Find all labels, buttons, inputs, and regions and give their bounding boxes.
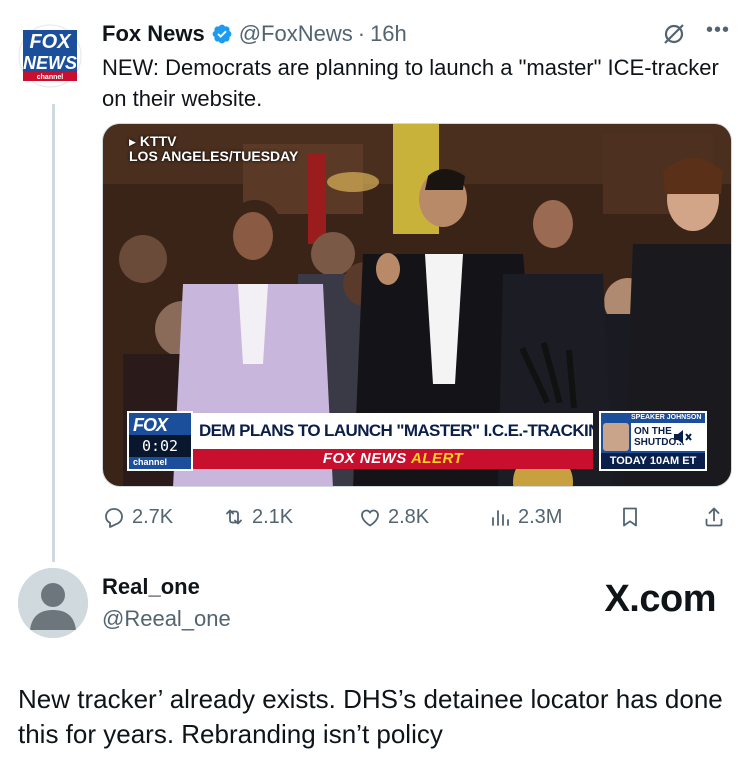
share-button[interactable] [702, 500, 726, 534]
thread-line [52, 104, 55, 562]
share-icon [705, 507, 723, 527]
like-count: 2.8K [388, 505, 430, 528]
video-timer: 0:02 [129, 435, 191, 457]
fox-logo-sub: channel [37, 74, 64, 81]
verified-badge-icon [212, 24, 232, 44]
reply-avatar[interactable] [18, 568, 88, 638]
default-avatar-icon [18, 568, 88, 638]
reply-text: New tracker’ already exists. DHS’s detai… [18, 684, 723, 749]
promo-when: TODAY 10AM ET [601, 453, 705, 469]
grok-icon[interactable] [662, 22, 686, 46]
repost-count: 2.1K [252, 505, 294, 528]
tweet-display-name[interactable]: Fox News [102, 21, 205, 47]
fox-bug-logo: FOX [133, 415, 168, 435]
bookmark-icon [623, 507, 637, 527]
promo-who: SPEAKER JOHNSON [631, 414, 702, 421]
repost-icon [226, 509, 242, 525]
station-location: LOS ANGELES/TUESDAY [129, 148, 299, 164]
promo-portrait [603, 423, 629, 451]
like-icon [361, 509, 379, 527]
tweet-text: NEW: Democrats are planning to launch a … [102, 55, 719, 111]
mute-icon[interactable] [672, 428, 692, 446]
bookmark-button[interactable] [618, 500, 642, 534]
station-name: KTTV [129, 134, 298, 149]
tweet-time[interactable]: 16h [370, 21, 407, 47]
reply-display-name[interactable]: Real_one [102, 574, 200, 600]
views-button[interactable]: 2.3M [488, 500, 562, 534]
reply-count: 2.7K [132, 505, 174, 528]
fox-logo-bottom: NEWS [23, 53, 77, 73]
tweet-separator: · [357, 21, 366, 46]
alert-suffix: ALERT [410, 450, 464, 467]
repost-button[interactable]: 2.1K [222, 500, 293, 534]
fox-news-avatar[interactable]: FOX NEWS channel [18, 20, 82, 92]
chyron-headline: DEM PLANS TO LAUNCH "MASTER" I.C.E.-TRAC… [193, 413, 593, 449]
tweet-handle[interactable]: @FoxNews [239, 21, 353, 47]
promo-show: ON THE SHUTDO... [631, 423, 705, 451]
video-player[interactable]: KTTV LOS ANGELES/TUESDAY FOX 0:02 channe… [102, 123, 732, 487]
reply-icon [105, 508, 123, 528]
fox-bug-channel: channel [133, 457, 168, 467]
tweet-actions: 2.7K 2.1K 2.8K 2.3M [102, 500, 732, 534]
x-brand-watermark: X.com [604, 578, 716, 620]
station-tag: KTTV LOS ANGELES/TUESDAY [129, 134, 298, 163]
views-count: 2.3M [518, 505, 563, 528]
like-button[interactable]: 2.8K [358, 500, 429, 534]
chyron-alert: FOX NEWS ALERT [193, 449, 593, 469]
reply-button[interactable]: 2.7K [102, 500, 173, 534]
alert-prefix: FOX NEWS [322, 450, 407, 467]
lower-third: FOX 0:02 channel DEM PLANS TO LAUNCH "MA… [127, 411, 707, 471]
reply-handle[interactable]: @Reeal_one [102, 606, 231, 632]
fox-bug: FOX 0:02 channel [127, 411, 193, 471]
tweet-header: Fox News @FoxNews · 16h ••• [102, 18, 730, 50]
fox-logo-top: FOX [29, 31, 72, 53]
more-icon[interactable]: ••• [706, 19, 730, 42]
views-icon [492, 510, 509, 526]
